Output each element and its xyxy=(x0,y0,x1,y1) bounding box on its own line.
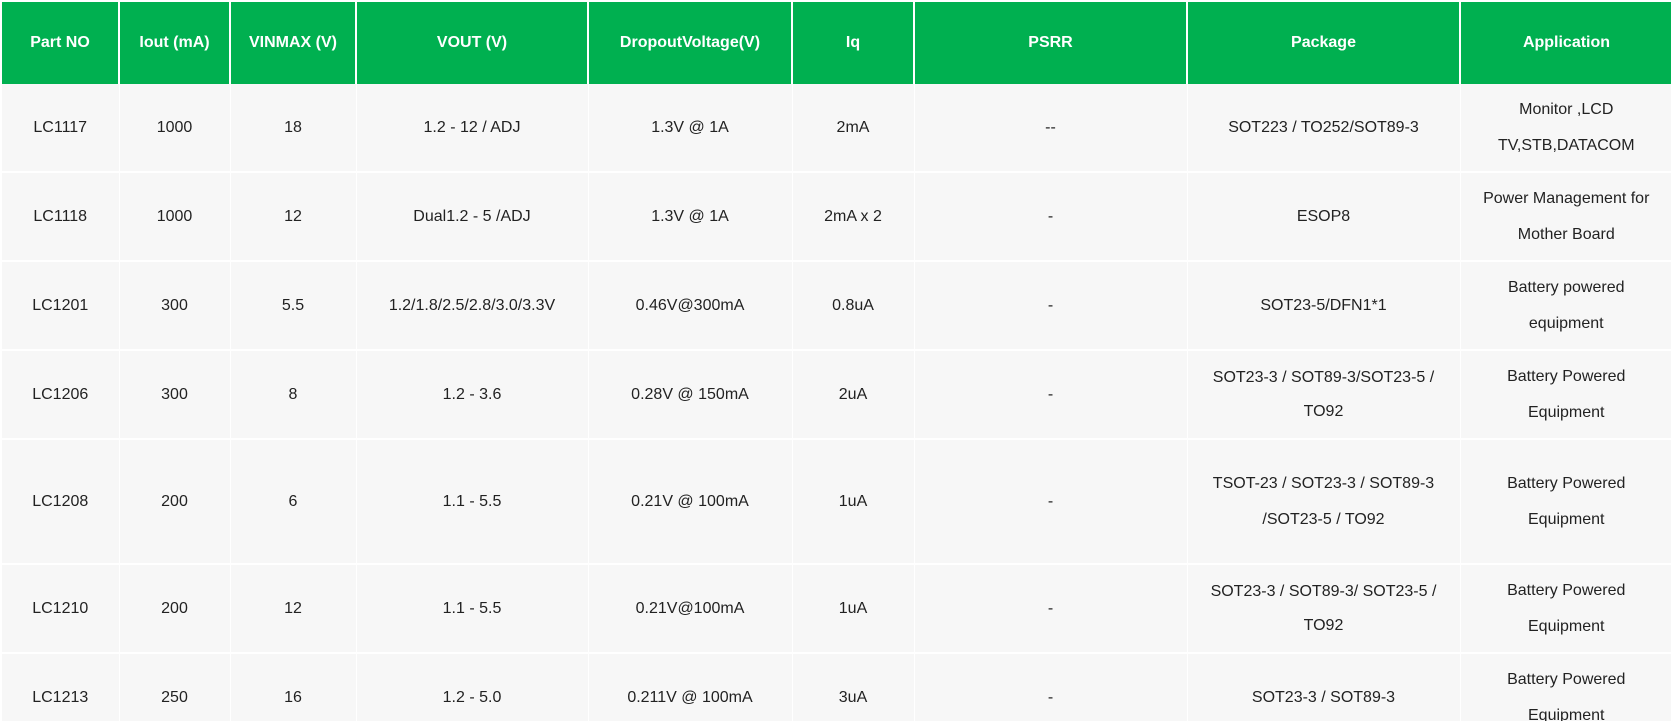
cell-package: ESOP8 xyxy=(1187,172,1461,262)
cell-package: SOT23-3 / SOT89-3/ SOT23-5 / TO92 xyxy=(1187,564,1461,654)
header-psrr: PSRR xyxy=(914,0,1188,84)
cell-application: Battery Powered Equipment xyxy=(1460,564,1671,654)
header-vinmax: VINMAX (V) xyxy=(230,0,357,84)
cell-psrr: - xyxy=(914,350,1188,440)
cell-vout: 1.2 - 12 / ADJ xyxy=(356,84,589,173)
table-row: LC1206 300 8 1.2 - 3.6 0.28V @ 150mA 2uA… xyxy=(0,350,1671,440)
cell-iout: 200 xyxy=(119,564,231,654)
cell-iq: 2mA xyxy=(792,84,915,173)
cell-iq: 3uA xyxy=(792,653,915,721)
cell-application: Power Management for Mother Board xyxy=(1460,172,1671,262)
cell-package: SOT23-3 / SOT89-3 xyxy=(1187,653,1461,721)
table-row: LC1201 300 5.5 1.2/1.8/2.5/2.8/3.0/3.3V … xyxy=(0,261,1671,351)
cell-iout: 300 xyxy=(119,261,231,351)
cell-iout: 1000 xyxy=(119,84,231,173)
cell-dropout: 0.28V @ 150mA xyxy=(588,350,793,440)
header-part-no: Part NO xyxy=(0,0,120,84)
cell-vout: 1.1 - 5.5 xyxy=(356,439,589,565)
header-vout: VOUT (V) xyxy=(356,0,589,84)
cell-vinmax: 5.5 xyxy=(230,261,357,351)
cell-psrr: -- xyxy=(914,84,1188,173)
table-row: LC1213 250 16 1.2 - 5.0 0.211V @ 100mA 3… xyxy=(0,653,1671,721)
cell-part-no: LC1118 xyxy=(0,172,120,262)
cell-part-no: LC1208 xyxy=(0,439,120,565)
cell-part-no: LC1201 xyxy=(0,261,120,351)
cell-psrr: - xyxy=(914,261,1188,351)
cell-vinmax: 12 xyxy=(230,564,357,654)
header-iout: Iout (mA) xyxy=(119,0,231,84)
cell-iout: 250 xyxy=(119,653,231,721)
cell-dropout: 0.46V@300mA xyxy=(588,261,793,351)
cell-iout: 300 xyxy=(119,350,231,440)
header-iq: Iq xyxy=(792,0,915,84)
cell-package: TSOT-23 / SOT23-3 / SOT89-3 /SOT23-5 / T… xyxy=(1187,439,1461,565)
header-package: Package xyxy=(1187,0,1461,84)
cell-vout: Dual1.2 - 5 /ADJ xyxy=(356,172,589,262)
cell-application: Battery powered equipment xyxy=(1460,261,1671,351)
cell-dropout: 0.21V@100mA xyxy=(588,564,793,654)
cell-application: Battery Powered Equipment xyxy=(1460,653,1671,721)
ldo-product-table: Part NO Iout (mA) VINMAX (V) VOUT (V) Dr… xyxy=(0,0,1671,721)
cell-dropout: 1.3V @ 1A xyxy=(588,84,793,173)
cell-iq: 1uA xyxy=(792,564,915,654)
cell-vinmax: 8 xyxy=(230,350,357,440)
cell-application: Battery Powered Equipment xyxy=(1460,439,1671,565)
cell-part-no: LC1210 xyxy=(0,564,120,654)
table-row: LC1117 1000 18 1.2 - 12 / ADJ 1.3V @ 1A … xyxy=(0,84,1671,173)
cell-part-no: LC1206 xyxy=(0,350,120,440)
cell-package: SOT223 / TO252/SOT89-3 xyxy=(1187,84,1461,173)
cell-vout: 1.2 - 3.6 xyxy=(356,350,589,440)
cell-psrr: - xyxy=(914,653,1188,721)
cell-vinmax: 16 xyxy=(230,653,357,721)
cell-iq: 1uA xyxy=(792,439,915,565)
cell-dropout: 0.21V @ 100mA xyxy=(588,439,793,565)
table-body: LC1117 1000 18 1.2 - 12 / ADJ 1.3V @ 1A … xyxy=(0,84,1671,721)
cell-vinmax: 18 xyxy=(230,84,357,173)
cell-part-no: LC1117 xyxy=(0,84,120,173)
cell-vout: 1.2 - 5.0 xyxy=(356,653,589,721)
cell-psrr: - xyxy=(914,439,1188,565)
header-row: Part NO Iout (mA) VINMAX (V) VOUT (V) Dr… xyxy=(0,0,1671,84)
cell-iout: 1000 xyxy=(119,172,231,262)
cell-package: SOT23-3 / SOT89-3/SOT23-5 / TO92 xyxy=(1187,350,1461,440)
cell-psrr: - xyxy=(914,564,1188,654)
table-row: LC1208 200 6 1.1 - 5.5 0.21V @ 100mA 1uA… xyxy=(0,439,1671,565)
ldo-product-table-container: Part NO Iout (mA) VINMAX (V) VOUT (V) Dr… xyxy=(0,0,1671,721)
cell-vinmax: 12 xyxy=(230,172,357,262)
cell-iq: 2uA xyxy=(792,350,915,440)
table-row: LC1118 1000 12 Dual1.2 - 5 /ADJ 1.3V @ 1… xyxy=(0,172,1671,262)
cell-application: Battery Powered Equipment xyxy=(1460,350,1671,440)
cell-iout: 200 xyxy=(119,439,231,565)
header-dropout-voltage: DropoutVoltage(V) xyxy=(588,0,793,84)
cell-application: Monitor ,LCD TV,STB,DATACOM xyxy=(1460,84,1671,173)
cell-vinmax: 6 xyxy=(230,439,357,565)
cell-vout: 1.1 - 5.5 xyxy=(356,564,589,654)
table-row: LC1210 200 12 1.1 - 5.5 0.21V@100mA 1uA … xyxy=(0,564,1671,654)
cell-psrr: - xyxy=(914,172,1188,262)
cell-iq: 2mA x 2 xyxy=(792,172,915,262)
cell-package: SOT23-5/DFN1*1 xyxy=(1187,261,1461,351)
cell-iq: 0.8uA xyxy=(792,261,915,351)
cell-dropout: 1.3V @ 1A xyxy=(588,172,793,262)
cell-part-no: LC1213 xyxy=(0,653,120,721)
header-application: Application xyxy=(1460,0,1671,84)
table-header: Part NO Iout (mA) VINMAX (V) VOUT (V) Dr… xyxy=(0,0,1671,84)
cell-dropout: 0.211V @ 100mA xyxy=(588,653,793,721)
cell-vout: 1.2/1.8/2.5/2.8/3.0/3.3V xyxy=(356,261,589,351)
